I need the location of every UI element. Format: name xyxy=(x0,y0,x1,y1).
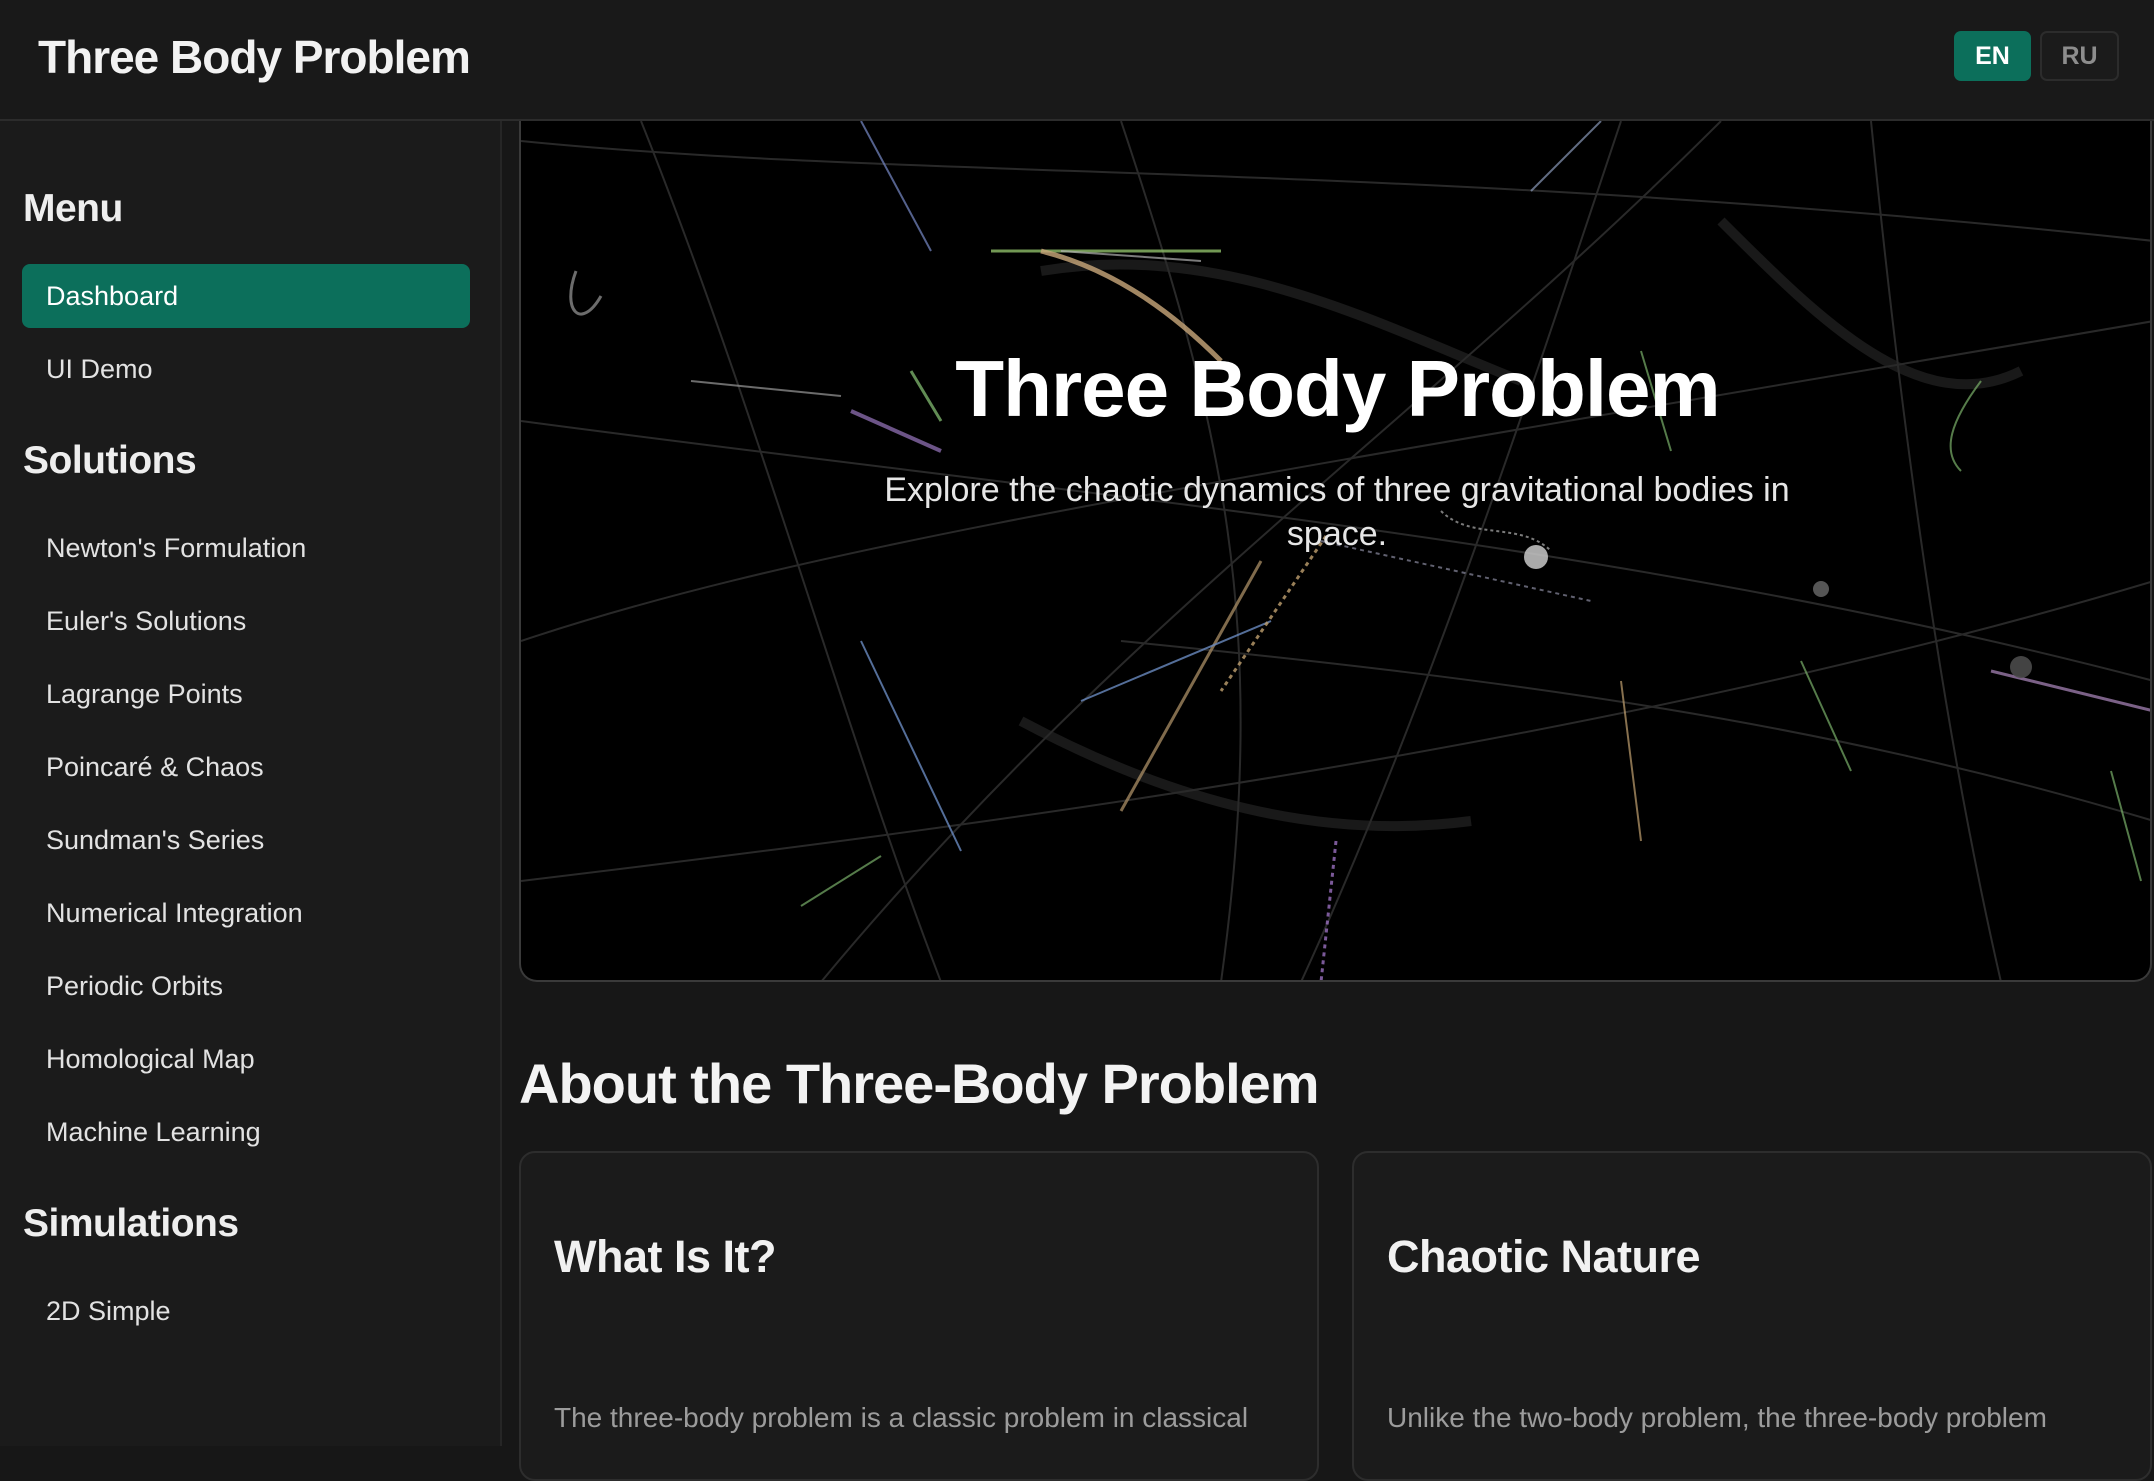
language-en-button[interactable]: EN xyxy=(1954,31,2031,81)
sidebar-heading-menu: Menu xyxy=(23,187,123,230)
sidebar: Menu Dashboard UI Demo Solutions Newton'… xyxy=(0,121,502,1446)
sidebar-heading-simulations: Simulations xyxy=(23,1202,239,1245)
sidebar-item-periodic-orbits[interactable]: Periodic Orbits xyxy=(22,954,470,1018)
sidebar-item-lagrange-points[interactable]: Lagrange Points xyxy=(22,662,470,726)
about-section-title: About the Three-Body Problem xyxy=(519,1052,1320,1115)
card-text: Unlike the two-body problem, the three-b… xyxy=(1387,1402,2047,1433)
sidebar-heading-solutions: Solutions xyxy=(23,439,197,482)
main-content: Three Body Problem Explore the chaotic d… xyxy=(502,121,2154,1481)
sidebar-item-machine-learning[interactable]: Machine Learning xyxy=(22,1100,470,1164)
sidebar-item-eulers-solutions[interactable]: Euler's Solutions xyxy=(22,589,470,653)
sidebar-item-2d-simple[interactable]: 2D Simple xyxy=(22,1279,470,1343)
hero-subtitle: Explore the chaotic dynamics of three gr… xyxy=(884,471,1790,553)
info-card-chaotic-nature: Chaotic Nature Unlike the two-body probl… xyxy=(1352,1151,2152,1481)
info-card-what-is-it: What Is It? The three-body problem is a … xyxy=(519,1151,1319,1481)
top-bar: Three Body Problem EN RU xyxy=(0,0,2154,121)
card-text: The three-body problem is a classic prob… xyxy=(554,1402,1249,1433)
sidebar-item-poincare-chaos[interactable]: Poincaré & Chaos xyxy=(22,735,470,799)
language-ru-button[interactable]: RU xyxy=(2040,31,2119,81)
hero-title: Three Body Problem xyxy=(955,344,1720,433)
hero-banner: Three Body Problem Explore the chaotic d… xyxy=(519,121,2152,982)
app-title: Three Body Problem xyxy=(38,31,471,83)
sidebar-item-homological-map[interactable]: Homological Map xyxy=(22,1027,470,1091)
card-title: What Is It? xyxy=(554,1231,776,1282)
card-title: Chaotic Nature xyxy=(1387,1231,1701,1282)
sidebar-item-dashboard[interactable]: Dashboard xyxy=(22,264,470,328)
sidebar-item-sundmans-series[interactable]: Sundman's Series xyxy=(22,808,470,872)
sidebar-item-numerical-integration[interactable]: Numerical Integration xyxy=(22,881,470,945)
sidebar-item-newtons-formulation[interactable]: Newton's Formulation xyxy=(22,516,470,580)
sidebar-item-ui-demo[interactable]: UI Demo xyxy=(22,337,470,401)
